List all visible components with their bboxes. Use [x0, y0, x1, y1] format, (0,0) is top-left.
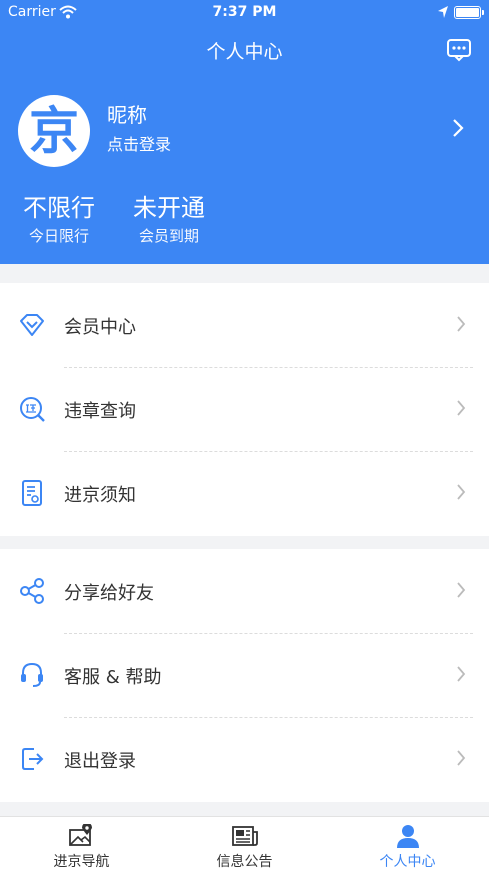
restriction-stat: 不限行 今日限行 [18, 188, 100, 246]
menu-item-label: 违章查询 [64, 401, 136, 422]
menu-item-membership[interactable]: 会员中心 [0, 283, 489, 367]
logout-icon [22, 748, 44, 770]
clock: 7:37 PM [212, 4, 277, 20]
membership-value: 未开通 [133, 194, 205, 222]
profile-login-row[interactable]: 京 昵称 点击登录 [0, 90, 489, 172]
tab-label: 信息公告 [216, 854, 273, 870]
battery-icon [454, 6, 484, 19]
document-icon [22, 480, 42, 506]
tab-bar: 进京导航 信息公告 个人中心 [0, 816, 489, 875]
share-icon [20, 578, 44, 604]
violation-search-icon [20, 397, 45, 422]
location-arrow-icon [438, 6, 448, 18]
headset-icon [21, 662, 43, 687]
chevron-right-icon [457, 484, 466, 500]
menu-item-label: 进京须知 [64, 485, 136, 506]
profile-header: Carrier 7:37 PM 个人中心 京 昵称 点击登录 不限行 今日限行 [0, 0, 489, 264]
menu-item-label: 会员中心 [64, 317, 136, 338]
menu-item-beijing-notice[interactable]: 进京须知 [0, 451, 489, 535]
diamond-icon [20, 314, 44, 336]
menu-item-violation[interactable]: 违章查询 [0, 367, 489, 451]
menu-item-label: 退出登录 [64, 751, 136, 772]
membership-stat: 未开通 会员到期 [126, 188, 212, 246]
menu-item-label: 客服 & 帮助 [64, 667, 162, 688]
newspaper-icon [232, 826, 258, 846]
membership-label: 会员到期 [138, 227, 199, 245]
login-hint: 点击登录 [107, 135, 172, 154]
chevron-right-icon [453, 119, 464, 137]
chevron-right-icon [457, 666, 466, 682]
menu-group-account: 分享给好友 客服 & 帮助 退出登录 [0, 549, 489, 802]
chevron-right-icon [457, 582, 466, 598]
menu-item-label: 分享给好友 [64, 583, 154, 604]
tab-label: 进京导航 [53, 854, 110, 870]
restriction-value: 不限行 [23, 194, 95, 222]
avatar-logo: 京 [29, 102, 79, 160]
chevron-right-icon [457, 750, 466, 766]
chevron-right-icon [457, 316, 466, 332]
page-title: 个人中心 [206, 41, 283, 63]
user-icon [397, 825, 419, 848]
menu-item-logout[interactable]: 退出登录 [0, 717, 489, 801]
chevron-right-icon [457, 400, 466, 416]
tab-announcements[interactable]: 信息公告 [163, 817, 326, 875]
tab-profile[interactable]: 个人中心 [326, 817, 489, 875]
avatar: 京 [18, 95, 90, 167]
menu-item-support[interactable]: 客服 & 帮助 [0, 633, 489, 717]
message-icon[interactable] [446, 38, 472, 62]
menu-group-services: 会员中心 违章查询 进京须知 [0, 283, 489, 536]
restriction-label: 今日限行 [28, 227, 89, 245]
nickname: 昵称 [107, 103, 147, 127]
tab-label: 个人中心 [379, 854, 436, 870]
map-icon [69, 824, 92, 846]
tab-navigation[interactable]: 进京导航 [0, 817, 163, 875]
menu-item-share[interactable]: 分享给好友 [0, 549, 489, 633]
status-bar: Carrier 7:37 PM [0, 0, 489, 26]
